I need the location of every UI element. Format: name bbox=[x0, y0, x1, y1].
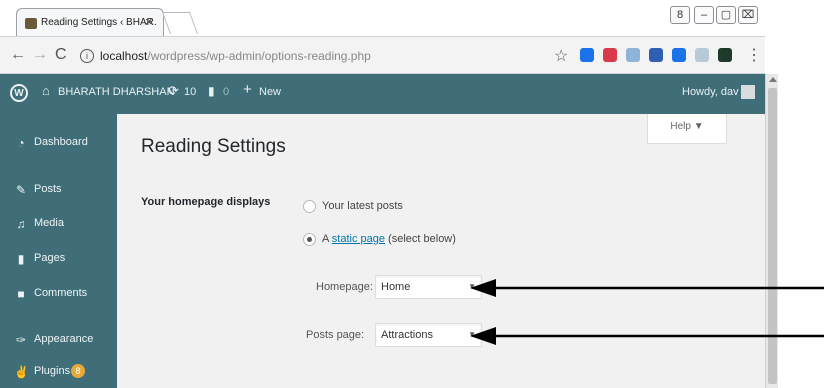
admin-sidebar: ◔ Dashboard ✎ Posts ♫ Media ▮ Pages ■ Co… bbox=[0, 114, 117, 388]
annotation-arrow-posts-page bbox=[470, 327, 824, 345]
maximize-button[interactable]: ▢ bbox=[716, 6, 736, 24]
homepage-select[interactable]: Home ▼ bbox=[375, 275, 482, 299]
extension-icon[interactable] bbox=[626, 48, 640, 62]
static-page-link[interactable]: static page bbox=[332, 233, 385, 245]
sidebar-item-pages[interactable]: ▮ Pages bbox=[0, 245, 117, 275]
posts-page-select-value: Attractions bbox=[381, 329, 433, 341]
help-tab-button[interactable]: Help ▼ bbox=[647, 114, 727, 144]
tab-close-icon[interactable]: × bbox=[145, 14, 153, 29]
avatar[interactable] bbox=[741, 85, 755, 99]
extension-icon[interactable] bbox=[695, 48, 709, 62]
appearance-icon: ✑ bbox=[15, 333, 27, 347]
pin-icon: ✎ bbox=[15, 183, 27, 197]
sidebar-item-label: Media bbox=[34, 217, 64, 229]
reload-icon[interactable]: C bbox=[55, 46, 67, 64]
sidebar-item-comments[interactable]: ■ Comments bbox=[0, 280, 117, 310]
forward-icon[interactable]: → bbox=[32, 46, 48, 64]
browser-menu-icon[interactable]: ⋮ bbox=[746, 45, 762, 65]
sidebar-item-media[interactable]: ♫ Media bbox=[0, 210, 117, 240]
sidebar-item-label: Pages bbox=[34, 252, 66, 264]
media-icon: ♫ bbox=[16, 217, 26, 231]
site-favicon-icon bbox=[25, 18, 37, 29]
browser-toolbar: ← → C i localhost/wordpress/wp-admin/opt… bbox=[0, 36, 765, 74]
browser-tab-strip: Reading Settings ‹ BHAR. × 8 – ▢ ⌧ bbox=[0, 0, 765, 38]
plus-icon[interactable]: + bbox=[243, 81, 252, 98]
profile-button[interactable]: 8 bbox=[670, 6, 690, 24]
update-count-badge: 8 bbox=[71, 364, 85, 378]
wp-admin-bar: W ⌂ BHARATH DHARSHAN ⟳ 10 ▮ 0 + New Howd… bbox=[0, 74, 765, 114]
updates-icon[interactable]: ⟳ bbox=[168, 83, 179, 99]
back-icon[interactable]: ← bbox=[10, 46, 26, 64]
extension-icon[interactable] bbox=[672, 48, 686, 62]
extension-icon[interactable] bbox=[580, 48, 594, 62]
wordpress-logo-icon[interactable]: W bbox=[10, 84, 28, 102]
close-window-button[interactable]: ⌧ bbox=[738, 6, 758, 24]
updates-count[interactable]: 10 bbox=[184, 86, 196, 98]
comments-count[interactable]: 0 bbox=[223, 86, 229, 98]
sidebar-item-dashboard[interactable]: ◔ Dashboard bbox=[0, 129, 117, 159]
static-page-label[interactable]: A static page (select below) bbox=[322, 233, 456, 245]
homepage-select-value: Home bbox=[381, 281, 411, 293]
annotation-arrow-homepage bbox=[470, 279, 824, 297]
home-icon[interactable]: ⌂ bbox=[42, 83, 50, 98]
latest-posts-radio[interactable] bbox=[303, 200, 316, 213]
extension-icon[interactable] bbox=[603, 48, 617, 62]
url-text: localhost/wordpress/wp-admin/options-rea… bbox=[100, 49, 371, 63]
sidebar-item-label: Comments bbox=[34, 287, 88, 299]
extension-icon[interactable] bbox=[718, 48, 732, 62]
address-bar[interactable]: i localhost/wordpress/wp-admin/options-r… bbox=[80, 43, 550, 69]
latest-posts-label[interactable]: Your latest posts bbox=[322, 200, 403, 212]
dashboard-icon: ◔ bbox=[17, 136, 25, 150]
new-link[interactable]: New bbox=[259, 86, 281, 98]
sidebar-item-label: Appearance bbox=[34, 333, 94, 345]
homepage-select-label: Homepage: bbox=[316, 281, 373, 293]
scroll-up-icon[interactable] bbox=[769, 77, 777, 82]
info-icon[interactable]: i bbox=[80, 49, 94, 63]
sidebar-item-label: Dashboard bbox=[34, 136, 88, 148]
homepage-displays-label: Your homepage displays bbox=[141, 196, 271, 208]
new-tab-button[interactable] bbox=[161, 12, 199, 34]
bookmark-star-icon[interactable]: ☆ bbox=[554, 46, 568, 66]
sidebar-item-label: Posts bbox=[34, 183, 62, 195]
howdy-link[interactable]: Howdy, dav bbox=[682, 86, 739, 98]
comments-icon[interactable]: ▮ bbox=[208, 84, 215, 98]
main-content: Help ▼ Reading Settings Your homepage di… bbox=[117, 114, 765, 388]
comments-icon: ■ bbox=[17, 287, 25, 301]
browser-tab[interactable]: Reading Settings ‹ BHAR. × bbox=[16, 8, 164, 38]
extension-icon[interactable] bbox=[649, 48, 663, 62]
posts-page-select[interactable]: Attractions ▼ bbox=[375, 323, 482, 347]
page-title: Reading Settings bbox=[141, 136, 286, 157]
sidebar-item-appearance[interactable]: ✑ Appearance bbox=[0, 326, 117, 356]
sidebar-item-label: Plugins bbox=[34, 365, 71, 377]
tab-title: Reading Settings ‹ BHAR. bbox=[41, 17, 157, 28]
posts-page-select-label: Posts page: bbox=[306, 329, 365, 341]
static-page-radio[interactable] bbox=[303, 233, 316, 246]
plugins-icon: ✌ bbox=[14, 365, 29, 379]
site-name-link[interactable]: BHARATH DHARSHAN bbox=[58, 86, 175, 98]
sidebar-item-plugins[interactable]: ✌ Plugins 8 bbox=[0, 358, 117, 388]
sidebar-item-posts[interactable]: ✎ Posts bbox=[0, 176, 117, 206]
pages-icon: ▮ bbox=[17, 252, 25, 266]
minimize-button[interactable]: – bbox=[694, 6, 714, 24]
